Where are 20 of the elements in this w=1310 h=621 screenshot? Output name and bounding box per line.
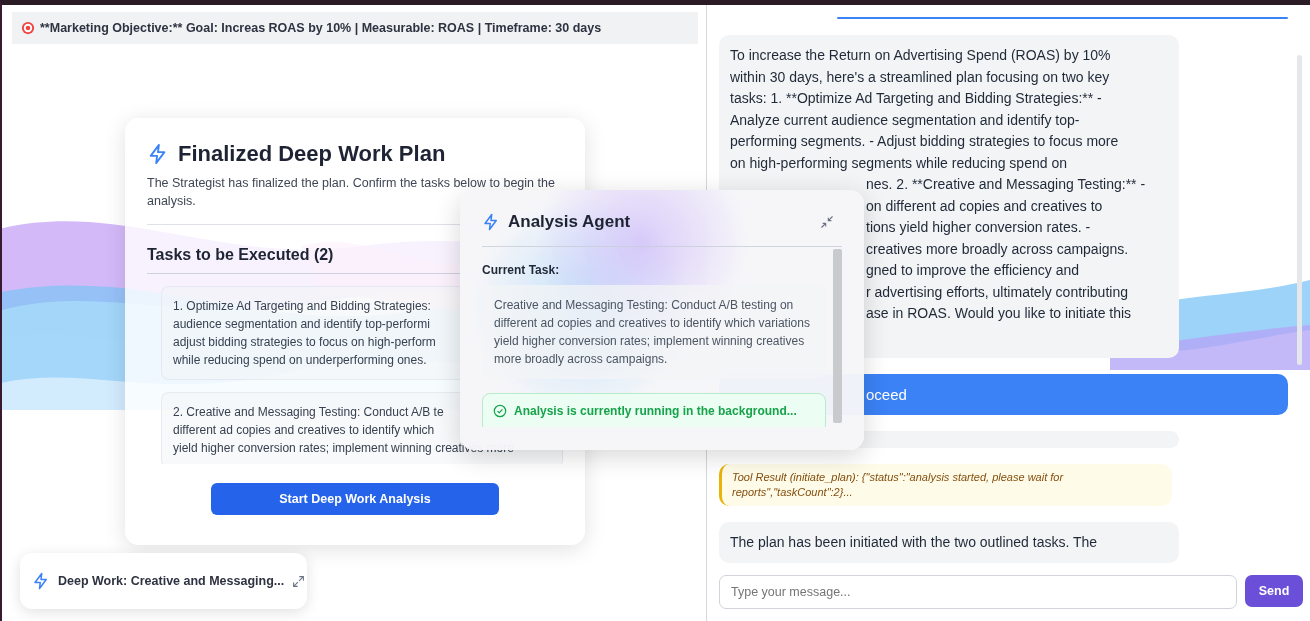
expand-icon[interactable] (292, 574, 306, 588)
message-input[interactable]: Type your message... (719, 575, 1237, 609)
minimize-icon[interactable] (820, 215, 834, 229)
lightning-icon (32, 572, 50, 590)
scrollbar[interactable] (1297, 55, 1302, 365)
current-task-label: Current Task: (482, 263, 561, 277)
plan-title: Finalized Deep Work Plan (178, 142, 446, 166)
assistant-message: The plan has been initiated with the two outlined tasks. The (719, 521, 1179, 563)
scrollbar[interactable] (833, 249, 842, 423)
check-circle-icon (493, 404, 507, 418)
lightning-icon (482, 213, 500, 231)
tool-result: Tool Result (initiate_plan): {"status":"analysis started, please wait for reports","taskCount":2}... (719, 463, 1172, 506)
minimized-task-chip[interactable]: Deep Work: Creative and Messaging... (20, 553, 307, 609)
plan-description: The Strategist has finalized the plan. Confirm the tasks below to begin the analysis. (147, 175, 556, 210)
panel-title: Analysis Agent (508, 212, 632, 232)
target-icon (21, 21, 35, 35)
start-analysis-button[interactable]: Start Deep Work Analysis (211, 483, 499, 515)
chip-label: Deep Work: Creative and Messaging... (58, 574, 285, 588)
objective-text: **Marketing Objective:** Goal: Increas ROAS by 10% | Measurable: ROAS | Timeframe: 30 days (40, 21, 602, 35)
send-button[interactable]: Send (1245, 575, 1303, 607)
